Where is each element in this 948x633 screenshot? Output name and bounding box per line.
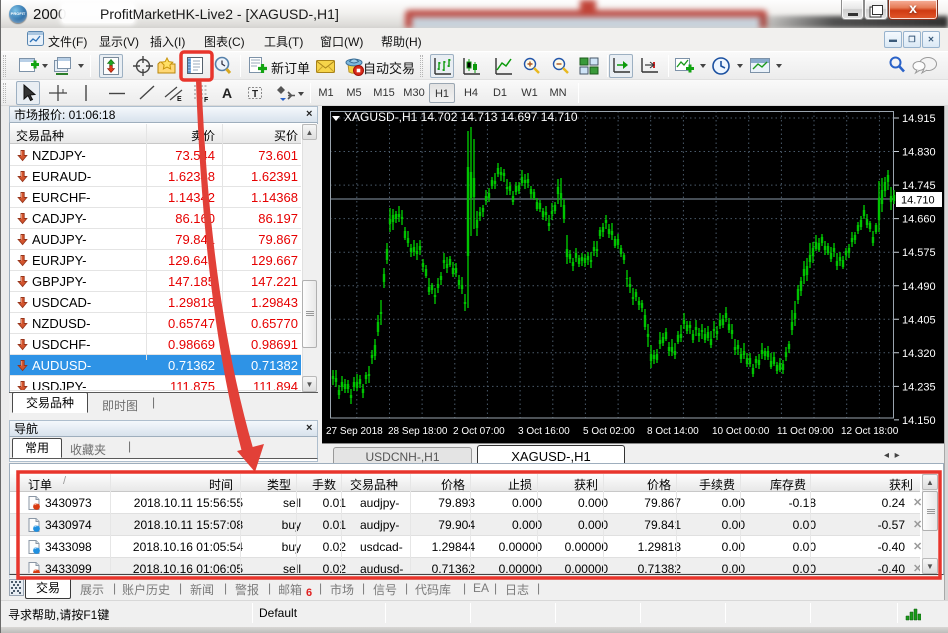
svg-text:27 Sep 2018: 27 Sep 2018 [326,426,383,437]
svg-text:XAGUSD-,H1 14.702 14.713 14.6: XAGUSD-,H1 14.702 14.713 14.697 14.710 [344,110,578,124]
svg-text:10 Oct 00:00: 10 Oct 00:00 [712,426,770,437]
svg-text:14.830: 14.830 [902,147,936,159]
svg-text:8 Oct 14:00: 8 Oct 14:00 [647,426,699,437]
svg-text:5 Oct 02:00: 5 Oct 02:00 [583,426,635,437]
svg-text:2 Oct 07:00: 2 Oct 07:00 [453,426,505,437]
svg-text:14.710: 14.710 [901,195,935,207]
svg-text:14.235: 14.235 [902,381,936,393]
svg-text:11 Oct 09:00: 11 Oct 09:00 [777,426,834,437]
svg-text:E: E [177,96,182,102]
svg-text:3 Oct 16:00: 3 Oct 16:00 [518,426,570,437]
svg-text:14.660: 14.660 [902,214,936,226]
svg-text:14.745: 14.745 [902,180,936,192]
svg-text:T: T [252,89,258,100]
svg-text:14.320: 14.320 [902,348,936,360]
svg-text:F: F [204,97,209,102]
svg-text:14.405: 14.405 [902,314,936,326]
svg-text:14.490: 14.490 [902,281,936,293]
svg-text:12 Oct 18:00: 12 Oct 18:00 [841,426,899,437]
svg-text:14.915: 14.915 [902,113,936,125]
svg-text:14.150: 14.150 [902,415,936,427]
svg-text:28 Sep 18:00: 28 Sep 18:00 [388,426,448,437]
svg-text:14.575: 14.575 [902,247,936,259]
